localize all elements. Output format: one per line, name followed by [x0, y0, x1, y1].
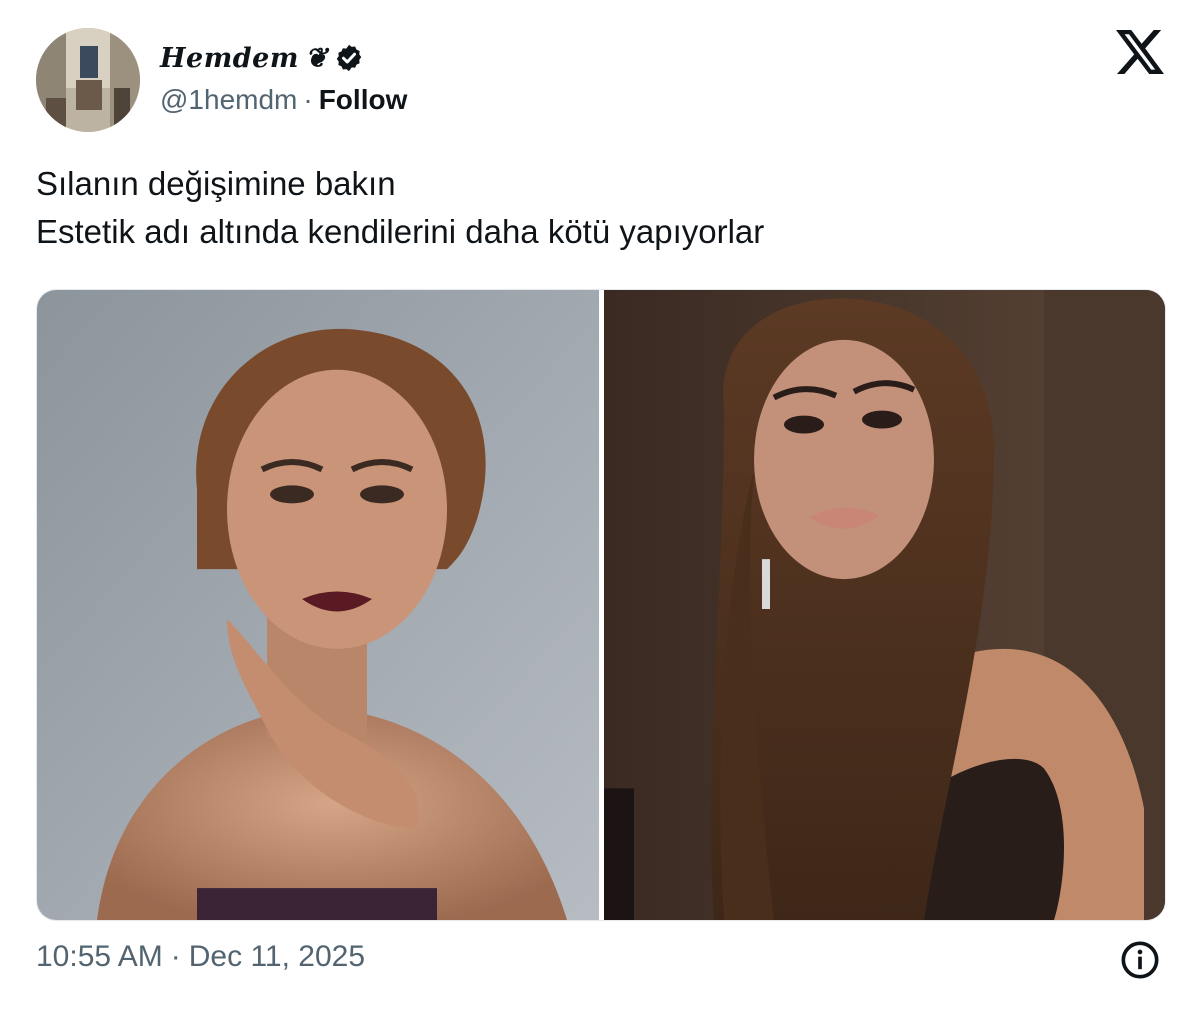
- handle-separator: ·: [303, 84, 313, 115]
- verified-badge-icon: [334, 43, 364, 73]
- portrait-long-hair-photo: [604, 290, 1165, 920]
- timestamp-separator: ·: [170, 940, 181, 973]
- tweet-timestamp[interactable]: 10:55 AM · Dec 11, 2025: [36, 940, 365, 974]
- portrait-short-hair-photo: [37, 290, 599, 920]
- author-handle[interactable]: @1hemdm: [160, 84, 297, 116]
- media-photo-right[interactable]: [604, 290, 1165, 920]
- author-name-row: Hemdem ❦: [160, 36, 364, 80]
- follow-button[interactable]: Follow: [319, 84, 408, 116]
- tweet-text-line: Sılanın değişimine bakın: [36, 165, 396, 202]
- x-logo-icon[interactable]: [1116, 30, 1164, 74]
- name-emoji: ❦: [304, 42, 329, 74]
- info-icon[interactable]: [1120, 940, 1160, 980]
- author-handle-row: @1hemdm · Follow: [160, 84, 407, 116]
- avatar[interactable]: [36, 28, 140, 132]
- avatar-image: [36, 28, 140, 132]
- tweet-time: 10:55 AM: [36, 940, 163, 973]
- tweet-date: Dec 11, 2025: [188, 940, 366, 973]
- tweet-text: Sılanın değişimine bakın Estetik adı alt…: [36, 160, 1166, 256]
- media-photo-left[interactable]: [37, 290, 599, 920]
- media-grid: [36, 289, 1166, 921]
- author-display-name[interactable]: Hemdem: [160, 43, 299, 74]
- tweet-text-line: Estetik adı altında kendilerini daha köt…: [36, 213, 765, 250]
